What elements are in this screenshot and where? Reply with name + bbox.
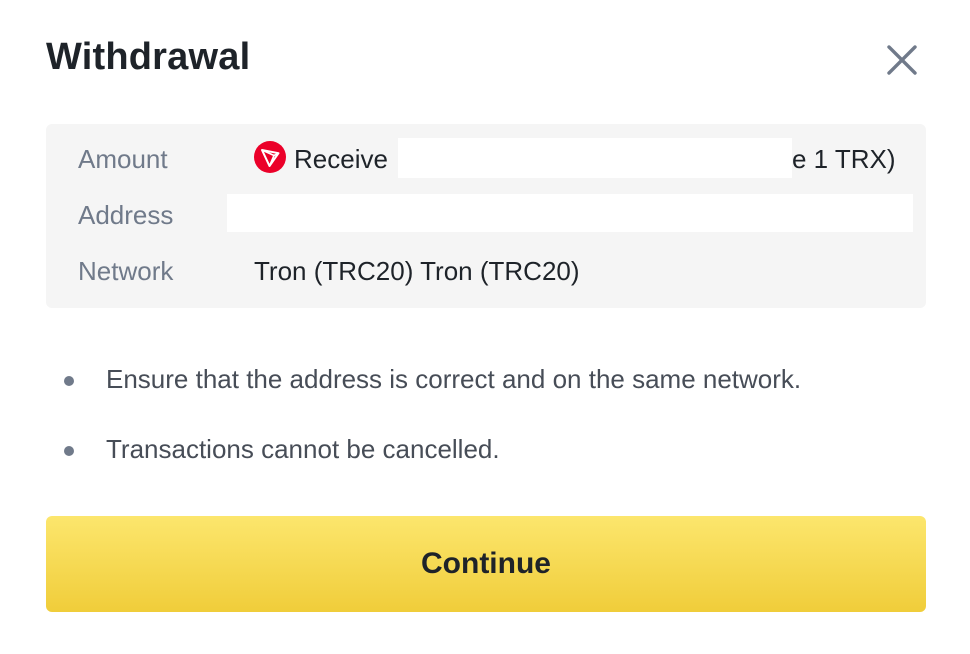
close-icon: [887, 45, 917, 75]
bullet-icon: [64, 446, 74, 456]
amount-redacted: [398, 138, 792, 178]
amount-value-suffix: e 1 TRX): [792, 144, 896, 174]
close-button[interactable]: [884, 42, 920, 78]
withdrawal-modal: Withdrawal Amount Receive e 1 TRX) Addre…: [0, 0, 970, 654]
network-value: Tron (TRC20) Tron (TRC20): [254, 256, 580, 286]
note-text: Ensure that the address is correct and o…: [106, 364, 802, 394]
withdrawal-summary: Amount Receive e 1 TRX) Address Network …: [46, 124, 926, 308]
bullet-icon: [64, 376, 74, 386]
address-label: Address: [78, 200, 174, 230]
network-label: Network: [78, 256, 174, 286]
address-value: [227, 194, 913, 232]
amount-value-prefix: Receive: [294, 144, 388, 174]
note-text: Transactions cannot be cancelled.: [106, 434, 500, 464]
tron-icon: [254, 141, 286, 173]
amount-label: Amount: [78, 144, 168, 174]
continue-button[interactable]: Continue: [46, 516, 926, 612]
modal-title: Withdrawal: [46, 36, 251, 78]
